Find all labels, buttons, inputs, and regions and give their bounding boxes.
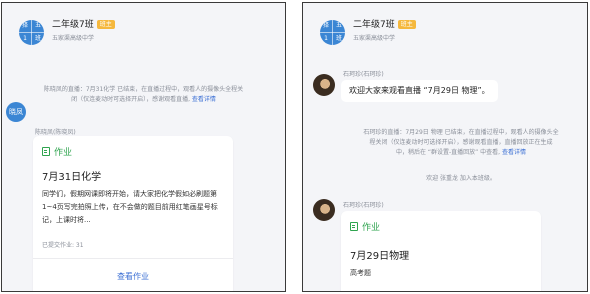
- system-notice-line: 闭（仅连麦动时可选择开启），感谢观看直播, 查看详情: [14, 95, 273, 105]
- system-notice-text: 闭（仅连麦动时可选择开启），感谢观看直播,: [71, 96, 190, 103]
- sender-avatar[interactable]: [313, 74, 335, 96]
- card-divider: [33, 258, 233, 259]
- homework-card[interactable]: 作业 7月29日物理 高考题: [341, 211, 541, 291]
- group-avatar-icon: 择 五 1 班: [320, 20, 345, 45]
- card-type-label: 作业: [54, 148, 73, 158]
- system-notice-line: 石珂珍的直播：7月29日 物理 已结束，在直播过程中，观看人的摄像头全: [363, 129, 559, 136]
- school-name: 五家渠高级中学: [353, 35, 396, 42]
- avatar-divider: [31, 20, 32, 45]
- chat-panel-right: 择 五 1 班 二年级7班 班主 五家渠高级中学 石珂珍(石珂珍) 欢迎大家来观看…: [302, 2, 588, 292]
- join-notice: 欢迎 张重龙 加入本班级。: [426, 175, 496, 182]
- sender-name: 石珂珍(石珂珍): [343, 71, 384, 78]
- card-body: 高考题: [350, 269, 371, 277]
- card-type-label: 作业: [362, 223, 381, 233]
- avatar-char: 班: [335, 35, 342, 42]
- avatar-char: 班: [34, 35, 41, 42]
- chat-title: 二年级7班 班主: [353, 17, 416, 30]
- chat-header[interactable]: 择 五 1 班 二年级7班 班主 五家渠高级中学: [2, 3, 285, 61]
- group-avatar-icon: 择 五 1 班: [19, 20, 44, 45]
- system-notice-text: 中，稍后在 “群设置-直播回放” 中查看,: [395, 149, 501, 156]
- sender-avatar[interactable]: [313, 199, 335, 221]
- system-notice-line: 中，稍后在 “群设置-直播回放” 中查看, 查看详情: [339, 148, 583, 158]
- class-name: 二年级7班: [353, 20, 395, 30]
- card-type: 作业: [42, 145, 72, 158]
- system-notice-line: 程关闭（仅连麦动时可选择开启），感谢观看直播，直播回放正在生成: [369, 139, 553, 146]
- view-homework-button[interactable]: 查看作业: [33, 271, 233, 282]
- avatar-char: 择: [21, 22, 28, 29]
- avatar-initials: 晓凤: [9, 108, 23, 116]
- avatar-char: 五: [335, 22, 342, 29]
- system-notice: 石珂珍的直播：7月29日 物理 已结束，在直播过程中，观看人的摄像头全 程关闭（…: [339, 128, 583, 158]
- avatar-char: 1: [23, 35, 27, 42]
- avatar-char: 1: [324, 35, 328, 42]
- submitted-count: 已提交作业: 31: [42, 242, 84, 249]
- homework-icon: [42, 147, 50, 156]
- role-badge: 班主: [397, 20, 416, 29]
- role-badge: 班主: [96, 20, 115, 29]
- sender-name: 陈晓凤(陈晓凤): [35, 129, 76, 136]
- chat-header[interactable]: 择 五 1 班 二年级7班 班主 五家渠高级中学: [303, 3, 587, 61]
- card-body: 同学们，假期网课即将开始，请大家把化学假如必刷题第1~4页写完拍照上传，在不会做…: [42, 190, 218, 224]
- card-type: 作业: [350, 220, 380, 233]
- card-title: 7月29日物理: [350, 251, 410, 262]
- avatar-char: 择: [322, 22, 329, 29]
- card-title: 7月31日化学: [42, 172, 102, 183]
- chat-message-bubble[interactable]: 欢迎大家来观看直播 “7月29日 物理”。: [341, 80, 498, 102]
- view-details-link[interactable]: 查看详情: [502, 149, 526, 156]
- school-name: 五家渠高级中学: [52, 35, 95, 42]
- view-details-link[interactable]: 查看详情: [192, 96, 216, 103]
- homework-icon: [350, 222, 358, 231]
- chat-panel-left: 择 五 1 班 二年级7班 班主 五家渠高级中学 陈晓凤的直播：7月31化学 已结…: [1, 2, 286, 292]
- class-name: 二年级7班: [52, 20, 94, 30]
- sender-avatar[interactable]: 晓凤: [6, 102, 26, 122]
- system-notice: 陈晓凤的直播：7月31化学 已结束，在直播过程中，观看人的摄像头全程关 闭（仅连…: [14, 85, 273, 105]
- chat-title: 二年级7班 班主: [52, 17, 115, 30]
- homework-card[interactable]: 作业 7月31日化学 同学们，假期网课即将开始，请大家把化学假如必刷题第1~4页…: [33, 136, 233, 291]
- sender-name: 石珂珍(石珂珍): [343, 202, 384, 209]
- avatar-char: 五: [34, 22, 41, 29]
- system-notice-line: 陈晓凤的直播：7月31化学 已结束，在直播过程中，观看人的摄像头全程关: [43, 86, 244, 93]
- avatar-divider: [332, 20, 333, 45]
